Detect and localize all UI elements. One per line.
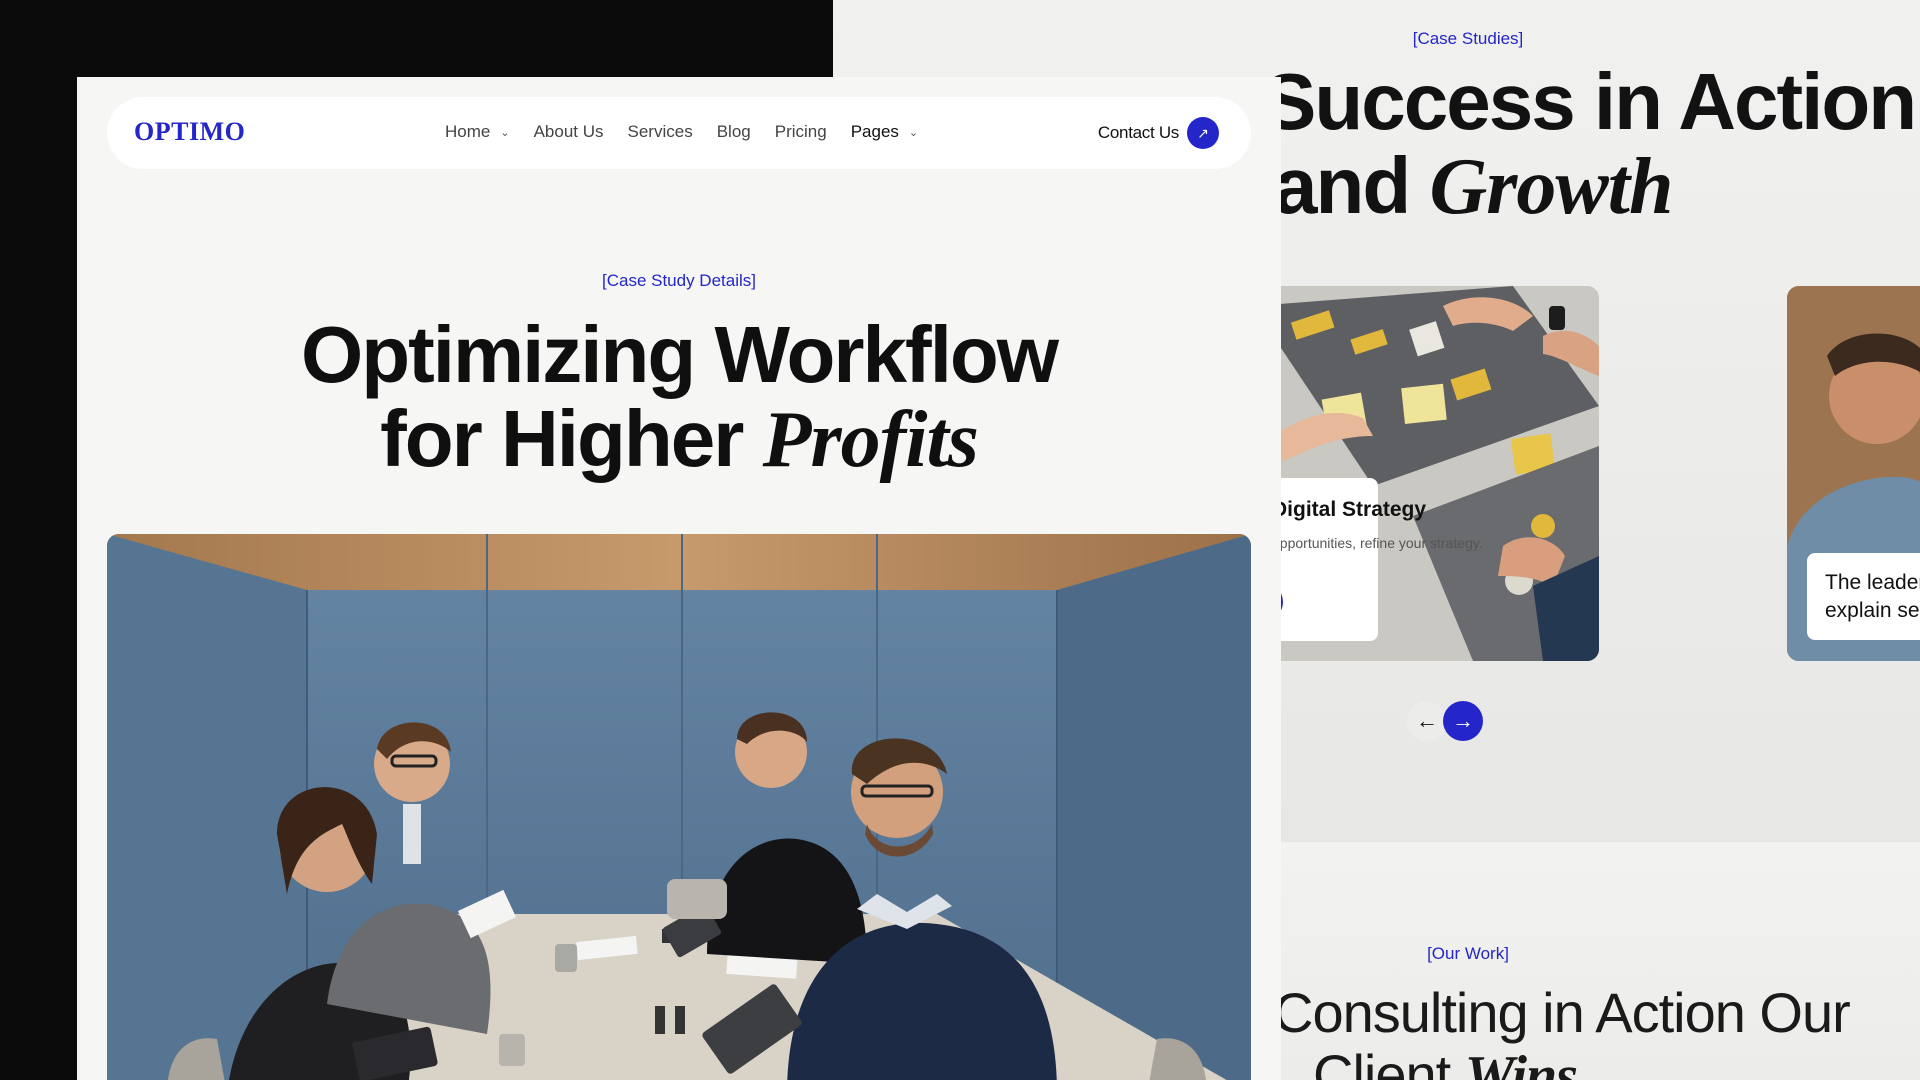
our-work-heading-line1: Consulting in Action Our [1273, 981, 1851, 1044]
contact-us-label: Contact Us [1097, 123, 1179, 142]
nav-item-pricing[interactable]: Pricing [775, 122, 827, 142]
case-studies-heading: Success in Action and Growth [1263, 57, 1920, 231]
card-2-quote-line2: explain ser [1825, 599, 1920, 622]
card-2-quote-line1: The leader [1825, 571, 1920, 594]
our-work-eyebrow: [Our Work] [1427, 944, 1509, 963]
nav-item-home[interactable]: Home ⌄ [445, 122, 510, 142]
our-work-heading-plain: Client [1313, 1043, 1451, 1080]
nav-item-label: Home [445, 122, 491, 141]
brand-logo[interactable]: OPTIMO [134, 117, 245, 147]
carousel-prev-button[interactable]: ← [1407, 701, 1447, 741]
nav-item-label: Pricing [774, 122, 827, 141]
our-work-heading-line2: Client Wins [1313, 1044, 1920, 1080]
arrow-up-right-icon: ↗ [1187, 117, 1219, 149]
nav-item-label: Pages [850, 122, 899, 141]
case-studies-eyebrow: [Case Studies] [1412, 29, 1524, 48]
case-study-eyebrow: [Case Study Details] [601, 271, 756, 290]
nav-item-label: About Us [533, 122, 604, 141]
nav-item-services[interactable]: Services [628, 122, 693, 142]
page-title-line2: for Higher Profits [77, 394, 1281, 484]
case-studies-heading-line2: and Growth [1273, 141, 1920, 231]
top-navbar: OPTIMO Home ⌄ About Us Services Blog Pri… [107, 97, 1251, 169]
our-work-heading: Consulting in Action Our Client Wins [1273, 982, 1920, 1080]
main-menu: Home ⌄ About Us Services Blog Pricing Pa… [445, 122, 942, 142]
chevron-down-icon: ⌄ [908, 126, 919, 139]
page-title-italic: Profits [762, 396, 979, 484]
nav-item-label: Blog [716, 122, 751, 141]
nav-item-pages[interactable]: Pages ⌄ [851, 122, 918, 142]
meeting-room-illustration [107, 534, 1251, 1080]
arrow-right-icon: → [1452, 708, 1474, 733]
contact-us-button[interactable]: Contact Us ↗ [1098, 117, 1219, 149]
case-study-details-page: OPTIMO Home ⌄ About Us Services Blog Pri… [77, 77, 1281, 1080]
page-title-line1: Optimizing Workflow [300, 310, 1059, 399]
case-studies-heading-plain: and [1273, 141, 1411, 230]
carousel-next-button[interactable]: → [1443, 701, 1483, 741]
nav-item-blog[interactable]: Blog [717, 122, 751, 142]
nav-item-about-us[interactable]: About Us [534, 122, 604, 142]
case-study-card-2-quote: The leader explain ser [1807, 553, 1920, 640]
chevron-down-icon: ⌄ [500, 126, 510, 139]
page-title-plain: for Higher [380, 394, 744, 483]
hero-meeting-image [107, 534, 1251, 1080]
case-studies-heading-line1: Success in Action [1263, 57, 1917, 146]
arrow-left-icon: ← [1416, 708, 1438, 733]
our-work-heading-italic: Wins [1464, 1045, 1578, 1080]
page-title: Optimizing Workflow for Higher Profits [77, 310, 1281, 484]
case-studies-heading-italic: Growth [1429, 143, 1673, 231]
nav-item-label: Services [627, 122, 693, 141]
